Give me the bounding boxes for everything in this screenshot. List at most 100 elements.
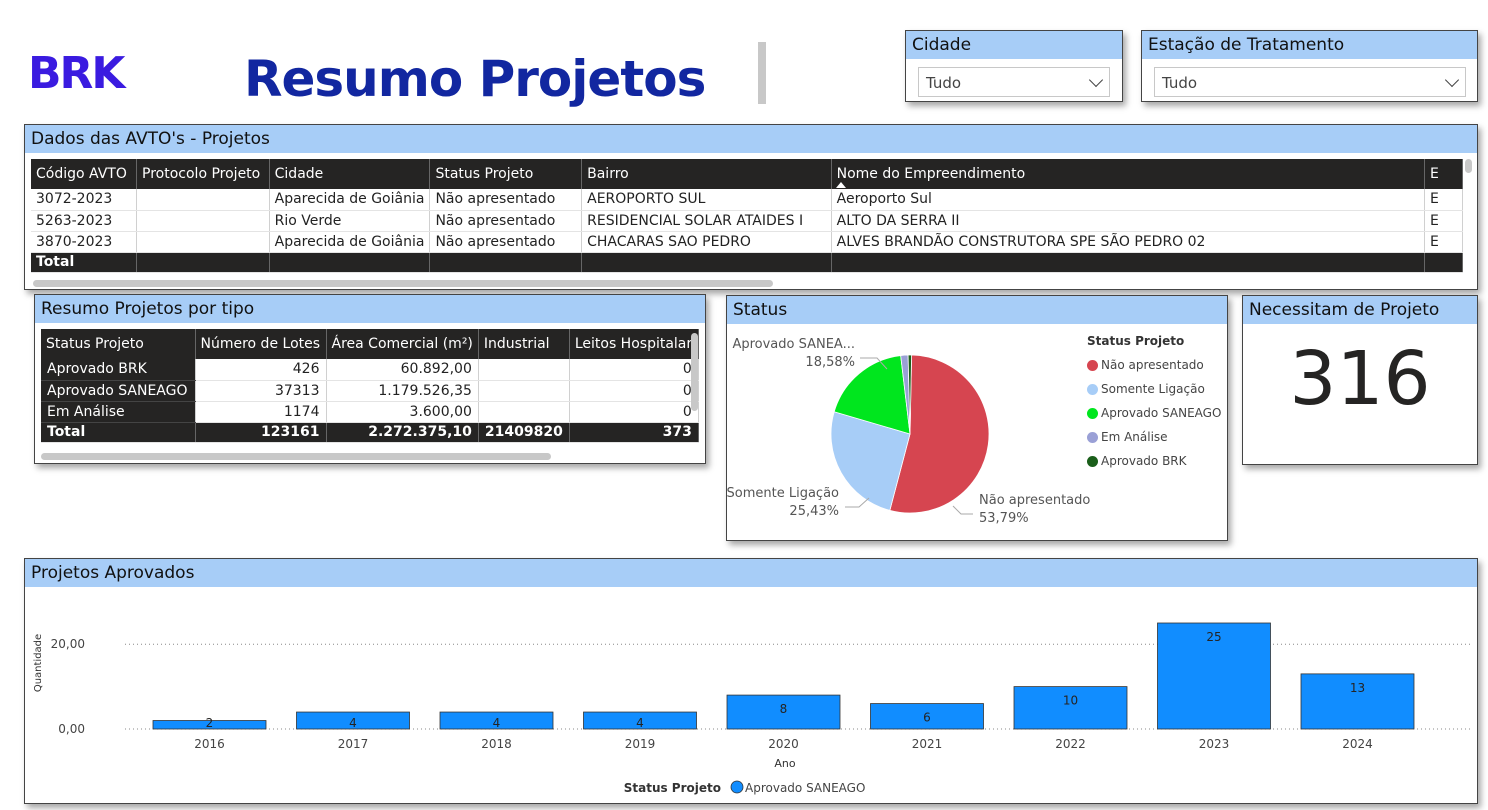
table-total-row: Total	[31, 252, 1463, 273]
bar-value-label: 4	[349, 716, 357, 730]
bar-value-label: 13	[1350, 681, 1365, 695]
legend-label: Em Análise	[1101, 430, 1168, 444]
table-row[interactable]: Aprovado BRK 426 60.892,00 0	[41, 359, 699, 381]
pie-label-name: Somente Ligação	[727, 486, 839, 501]
row-label: Aprovado BRK	[41, 359, 196, 381]
legend-item-aprovado-brk[interactable]: Aprovado BRK	[1087, 454, 1221, 468]
x-tick-label: 2017	[338, 737, 369, 751]
legend-title: Status Projeto	[1087, 334, 1185, 348]
legend-item-aprovado-saneago[interactable]: Aprovado SANEAGO	[1087, 406, 1221, 420]
col-numero-lotes[interactable]: Número de Lotes	[195, 329, 327, 359]
cell: 0	[569, 359, 699, 381]
resumo-table-title: Resumo Projetos por tipo	[35, 295, 705, 323]
legend-label: Somente Ligação	[1101, 382, 1205, 396]
table-row[interactable]: 5263-2023 Rio Verde Não apresentado RESI…	[31, 210, 1463, 232]
cell: 60.892,00	[326, 359, 479, 381]
y-tick-label: 20,00	[51, 637, 85, 651]
cell: 1.179.526,35	[326, 380, 479, 402]
estacao-dropdown[interactable]: Tudo	[1154, 67, 1466, 97]
legend-label: Aprovado SANEAGO	[1101, 406, 1222, 420]
resumo-table-horizontal-scrollbar[interactable]	[41, 453, 551, 460]
cidade-dropdown[interactable]: Tudo	[918, 67, 1110, 97]
total-label: Total	[41, 422, 196, 443]
table-row[interactable]: Em Análise 1174 3.600,00 0	[41, 401, 699, 423]
legend-dot	[1087, 407, 1098, 419]
cidade-dropdown-value: Tudo	[926, 74, 962, 92]
card-title: Necessitam de Projeto	[1243, 296, 1477, 324]
col-nome-empreendimento[interactable]: Nome do Empreendimento	[831, 159, 1425, 189]
x-tick-label: 2021	[912, 737, 943, 751]
avto-table-viewport: Código AVTO Protocolo Projeto Cidade Sta…	[25, 125, 1463, 283]
y-axis-title: Quantidade	[33, 634, 44, 692]
cell: 3072-2023	[31, 189, 138, 211]
pie-label-pct: 25,43%	[789, 504, 839, 519]
col-status-projeto[interactable]: Status Projeto	[41, 329, 196, 359]
estacao-slicer: Estação de Tratamento Tudo	[1141, 30, 1478, 102]
resumo-table-panel: Resumo Projetos por tipo Status Projeto …	[34, 294, 706, 464]
legend-item-em-analise[interactable]: Em Análise	[1087, 430, 1221, 444]
y-tick-label: 0,00	[58, 722, 85, 736]
legend-dot	[1087, 359, 1098, 371]
cell: 426	[195, 359, 327, 381]
x-tick-label: 2022	[1055, 737, 1086, 751]
cell: ALVES BRANDÃO CONSTRUTORA SPE SÃO PEDRO …	[831, 231, 1425, 253]
x-tick-label: 2019	[625, 737, 656, 751]
col-codigo-avto[interactable]: Código AVTO	[31, 159, 138, 189]
col-area-comercial[interactable]: Área Comercial (m²)	[326, 329, 479, 359]
chevron-down-icon	[1088, 72, 1104, 88]
avto-table-horizontal-scrollbar[interactable]	[33, 280, 773, 287]
col-cidade[interactable]: Cidade	[269, 159, 431, 189]
col-status-projeto[interactable]: Status Projeto	[429, 159, 583, 189]
x-tick-label: 2023	[1199, 737, 1230, 751]
pie-label-name: Aprovado SANEA...	[732, 337, 855, 352]
leader-line	[952, 505, 973, 515]
col-leitos-hospitalar[interactable]: Leitos Hospitalar	[569, 329, 699, 359]
avto-table-panel: Dados das AVTO's - Projetos Código AVTO …	[24, 124, 1478, 290]
necessitam-card: Necessitam de Projeto 316	[1242, 295, 1478, 465]
cell: AEROPORTO SUL	[581, 189, 832, 211]
bar-legend-dot	[730, 780, 744, 794]
bar-legend-item[interactable]: Aprovado SANEAGO	[745, 781, 865, 795]
cell: Não apresentado	[429, 189, 583, 211]
cell	[478, 359, 570, 381]
card-value: 316	[1289, 336, 1431, 422]
table-row[interactable]: Aprovado SANEAGO 37313 1.179.526,35 0	[41, 380, 699, 402]
cell	[136, 189, 270, 211]
approved-bar-chart: Quantidade 0,00 20,00 2 2016 4 2017 4 2018 4 2019 8…	[33, 622, 1473, 795]
col-bairro[interactable]: Bairro	[581, 159, 832, 189]
bar-value-label: 10	[1063, 694, 1078, 708]
col-nome-empreendimento-label: Nome do Empreendimento	[836, 166, 1026, 182]
bar-value-label: 4	[493, 716, 501, 730]
bar-value-label: 4	[636, 716, 644, 730]
legend-item-somente-ligacao[interactable]: Somente Ligação	[1087, 382, 1221, 396]
total-label: Total	[31, 252, 138, 273]
cell: Rio Verde	[269, 210, 431, 232]
x-tick-label: 2024	[1342, 737, 1373, 751]
cell: E	[1424, 210, 1463, 232]
chevron-down-icon	[1444, 72, 1460, 88]
approved-chart-title: Projetos Aprovados	[25, 559, 1477, 587]
bar-value-label: 2	[206, 716, 214, 730]
table-row[interactable]: 3072-2023 Aparecida de Goiânia Não apres…	[31, 189, 1463, 211]
estacao-dropdown-value: Tudo	[1162, 74, 1198, 92]
x-tick-label: 2016	[194, 737, 225, 751]
legend-item-nao-apresentado[interactable]: Não apresentado	[1087, 358, 1221, 372]
table-row[interactable]: 3870-2023 Aparecida de Goiânia Não apres…	[31, 231, 1463, 253]
x-axis-title: Ano	[774, 757, 795, 770]
cell: Aeroporto Sul	[831, 189, 1425, 211]
cell	[478, 401, 570, 423]
approved-chart-panel: Projetos Aprovados Quantidade 0,00 20,00 2 2…	[24, 558, 1478, 804]
cell	[478, 380, 570, 402]
resumo-table-vertical-scrollbar[interactable]	[691, 333, 698, 411]
col-e[interactable]: E	[1424, 159, 1463, 189]
col-protocolo-projeto[interactable]: Protocolo Projeto	[136, 159, 270, 189]
resumo-table: Status Projeto Número de Lotes Área Come…	[41, 329, 699, 443]
pie-label-name: Não apresentado	[979, 493, 1090, 508]
avto-table-vertical-scrollbar[interactable]	[1465, 159, 1472, 173]
status-chart-title: Status	[727, 296, 1227, 324]
x-tick-label: 2020	[768, 737, 799, 751]
cidade-slicer-title: Cidade	[906, 31, 1122, 59]
total-cell: 373	[569, 422, 699, 443]
title-divider	[758, 42, 766, 104]
col-industrial[interactable]: Industrial	[478, 329, 570, 359]
